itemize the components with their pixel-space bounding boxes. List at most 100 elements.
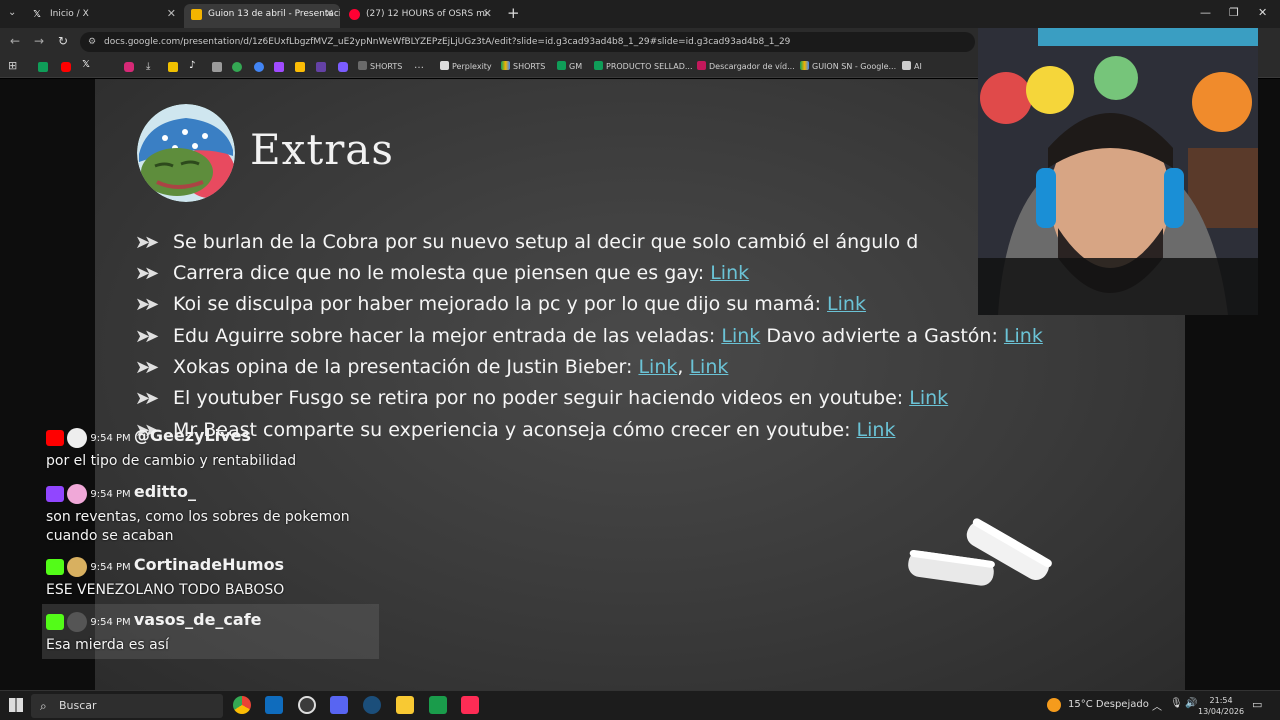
drive-icon xyxy=(501,61,510,70)
youtube-icon xyxy=(349,9,360,20)
new-tab-button[interactable]: + xyxy=(507,4,520,22)
ai-icon xyxy=(902,61,911,70)
file-explorer-icon[interactable] xyxy=(396,696,414,714)
arrow-bullet-icon: ➤➤ xyxy=(135,232,159,253)
tab-list-icon[interactable]: ⌄ xyxy=(8,7,16,18)
clock-date: 13/04/2026 xyxy=(1198,707,1245,716)
bookmark-perplexity[interactable]: Perplexity xyxy=(440,59,492,75)
bookmark-shorts[interactable]: SHORTS xyxy=(358,59,402,75)
system-clock[interactable]: 21:54 13/04/2026 xyxy=(1198,695,1244,717)
bookmark-gm[interactable]: GM xyxy=(557,59,582,75)
tiktok-icon[interactable]: ♪ xyxy=(189,60,195,71)
chat-time: 9:54 PM xyxy=(90,433,131,444)
download-icon xyxy=(697,61,706,70)
tab-guion-presentation[interactable]: Guion 13 de abril - Presentación ✕ xyxy=(184,4,340,28)
bookmark-label: PRODUCTO SELLAD... xyxy=(606,62,693,71)
folder-icon[interactable]: … xyxy=(414,60,424,71)
discord-icon[interactable] xyxy=(330,696,348,714)
chat-icon[interactable] xyxy=(338,62,348,72)
instagram-icon[interactable] xyxy=(124,62,134,72)
bookmark-label: Perplexity xyxy=(452,62,492,71)
chat-username: @GeezyLives xyxy=(133,426,251,445)
perplexity-icon xyxy=(440,61,449,70)
close-icon[interactable]: ✕ xyxy=(483,4,492,24)
bookmark-descargador[interactable]: Descargador de víd... xyxy=(697,59,795,75)
outlook-icon[interactable] xyxy=(265,696,283,714)
chat-username: CortinadeHumos xyxy=(133,555,285,574)
tab-label: (27) 12 HOURS of OSRS mi xyxy=(366,9,488,19)
slide-item: ➤➤ El youtuber Fusgo se retira por no pod… xyxy=(135,387,948,415)
bookmark-label: GUION SN - Google... xyxy=(812,62,897,71)
chrome-icon[interactable] xyxy=(233,696,251,714)
slide-link[interactable]: Link xyxy=(909,387,948,409)
slide-link[interactable]: Link xyxy=(721,325,760,347)
e-icon[interactable] xyxy=(168,62,178,72)
arrow-bullet-icon: ➤➤ xyxy=(135,294,159,315)
volume-icon[interactable]: 🔊 xyxy=(1185,698,1197,709)
kick-icon xyxy=(46,559,64,575)
photos-icon[interactable] xyxy=(295,62,305,72)
avatar xyxy=(67,484,88,504)
slide-item: ➤➤ Se burlan de la Cobra por su nuevo set… xyxy=(135,231,918,259)
tab-youtube-osrs[interactable]: (27) 12 HOURS of OSRS mi ✕ xyxy=(342,4,498,28)
close-icon[interactable]: ✕ xyxy=(325,4,334,24)
sheets-icon[interactable] xyxy=(38,62,48,72)
windows-taskbar: ⌕ Buscar 15°C Despejado ︿ 🎙 🔊 21:54 13/0… xyxy=(0,690,1280,720)
obs-icon[interactable] xyxy=(298,696,316,714)
tab-x[interactable]: 𝕏 Inicio / X ✕ xyxy=(26,4,182,28)
pepe-sleeping-emote xyxy=(137,104,235,202)
arrow-bullet-icon: ➤➤ xyxy=(135,357,159,378)
taskbar-search[interactable]: ⌕ Buscar xyxy=(31,694,223,718)
chat-message-text: son reventas, como los sobres de pokemon xyxy=(46,509,350,525)
forward-icon[interactable]: → xyxy=(34,34,44,48)
url-field[interactable]: ⚙ docs.google.com/presentation/d/1z6EUxf… xyxy=(80,32,975,52)
chevron-up-icon[interactable]: ︿ xyxy=(1152,698,1162,713)
bookmark-shorts-drive[interactable]: SHORTS xyxy=(501,59,545,75)
slide-link[interactable]: Link xyxy=(689,356,728,378)
sheets-icon xyxy=(557,61,566,70)
kick-icon[interactable] xyxy=(274,62,284,72)
close-window-button[interactable]: ✕ xyxy=(1258,6,1267,19)
slide-link[interactable]: Link xyxy=(857,419,896,441)
slide-link[interactable]: Link xyxy=(827,293,866,315)
multicolor-icon[interactable] xyxy=(254,62,264,72)
chat-message-header: 9:54 PM vasos_de_cafe xyxy=(46,610,262,632)
chat-message-text: Esa mierda es así xyxy=(46,637,169,653)
tiktok-live-icon[interactable] xyxy=(461,696,479,714)
close-icon[interactable]: ✕ xyxy=(167,4,176,24)
arrow-bullet-icon: ➤➤ xyxy=(135,388,159,409)
site-info-icon[interactable]: ⚙ xyxy=(88,32,96,52)
slide-item: ➤➤ Edu Aguirre sobre hacer la mejor entra… xyxy=(135,325,1043,353)
bookmark-producto-sellado[interactable]: PRODUCTO SELLAD... xyxy=(594,59,693,75)
apps-grid-icon[interactable]: ⊞ xyxy=(8,59,17,72)
twitch-icon[interactable] xyxy=(316,62,326,72)
bookmark-guion-sn[interactable]: GUION SN - Google... xyxy=(800,59,896,75)
reload-icon[interactable]: ↻ xyxy=(58,34,68,48)
slide-link[interactable]: Link xyxy=(710,262,749,284)
bookmark-ai[interactable]: AI xyxy=(902,59,922,75)
download-icon[interactable]: ⤓ xyxy=(146,61,150,72)
restore-button[interactable]: ❐ xyxy=(1229,6,1239,19)
slide-link[interactable]: Link xyxy=(638,356,677,378)
slide-link[interactable]: Link xyxy=(1004,325,1043,347)
slide-item: ➤➤ Xokas opina de la presentación de Just… xyxy=(135,356,729,378)
slide-item: ➤➤ Koi se disculpa por haber mejorado la … xyxy=(135,293,866,321)
youtube-icon xyxy=(46,430,64,446)
chat-message-header: 9:54 PM @GeezyLives xyxy=(46,426,251,448)
arrow-bullet-icon: ➤➤ xyxy=(135,326,159,347)
weather-status[interactable]: 15°C Despejado xyxy=(1068,699,1149,710)
arrow-bullet-icon: ➤➤ xyxy=(135,263,159,284)
chat-message-text: por el tipo de cambio y rentabilidad xyxy=(46,453,297,469)
bookmark-label: AI xyxy=(914,62,922,71)
windows-start-icon[interactable] xyxy=(9,698,23,712)
microphone-icon[interactable]: 🎙 xyxy=(1170,698,1183,709)
puzzle-icon[interactable] xyxy=(212,62,222,72)
steam-icon[interactable] xyxy=(363,696,381,714)
green-icon[interactable] xyxy=(232,62,242,72)
x-logo-icon[interactable]: 𝕏 xyxy=(82,59,90,70)
youtube-icon[interactable] xyxy=(61,62,71,72)
back-icon[interactable]: ← xyxy=(10,34,20,48)
notification-icon[interactable]: ▭ xyxy=(1252,698,1262,711)
game-app-icon[interactable] xyxy=(429,696,447,714)
minimize-button[interactable]: — xyxy=(1200,6,1211,19)
